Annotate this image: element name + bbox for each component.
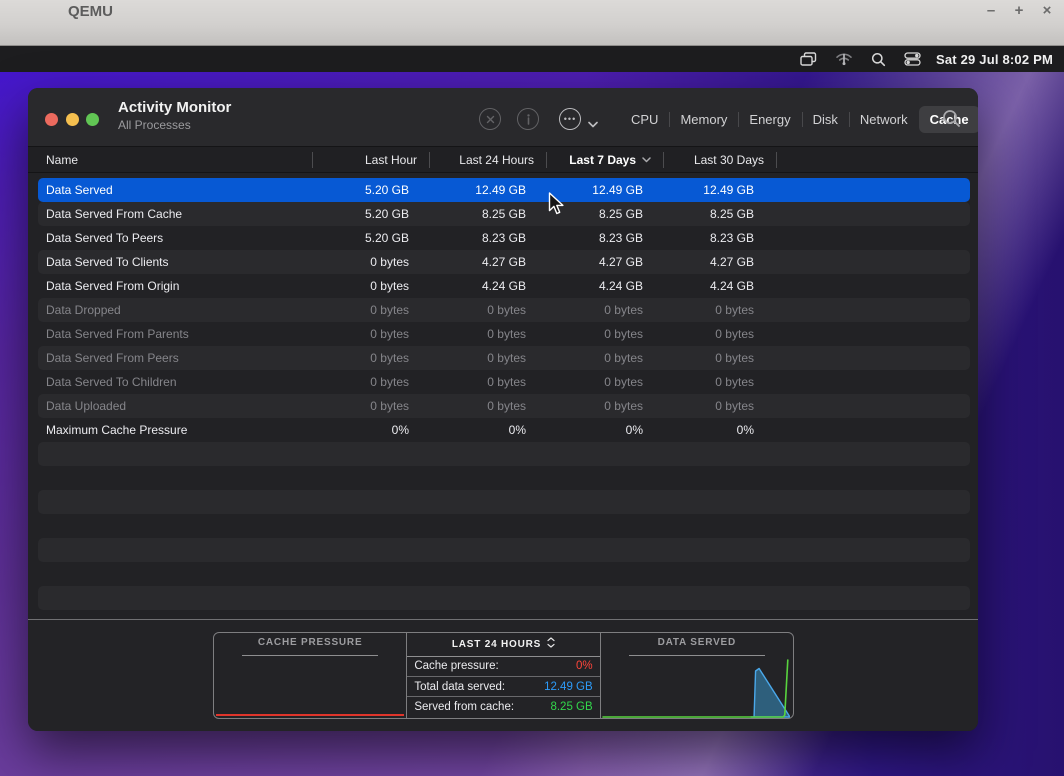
empty-row [38,514,970,538]
stat-value: 12.49 GB [544,681,593,693]
empty-row [38,562,970,586]
minimize-button[interactable]: – [982,2,1000,20]
up-down-chevron-icon [547,637,555,651]
empty-row [38,466,970,490]
minimize-traffic-light[interactable] [66,113,79,126]
column-header-last-7-days[interactable]: Last 7 Days [547,147,664,172]
sort-chevron-icon [642,157,651,163]
column-header-name[interactable]: Name [28,147,313,172]
window-title: Activity Monitor [118,99,231,116]
close-button[interactable]: × [1038,2,1056,20]
stat-value: 8.25 GB [550,701,592,713]
data-served-graph [602,657,792,719]
window-titlebar: Activity Monitor All Processes ••• CPU M… [28,88,978,146]
wifi-icon[interactable] [826,46,862,72]
table-row-data-served[interactable]: Data Served 5.20 GB 12.49 GB 12.49 GB 12… [38,178,970,202]
qemu-title: QEMU [68,3,113,20]
stats-rows: Cache pressure: 0% Total data served: 12… [407,656,599,716]
tab-cpu[interactable]: CPU [620,106,669,133]
empty-row-stripe [38,586,970,610]
qemu-window-controls: – + × [982,2,1056,20]
spotlight-icon[interactable] [862,46,895,72]
stat-total-data-served: Total data served: 12.49 GB [407,676,599,696]
table-row-data-served-to-children[interactable]: Data Served To Children 0 bytes 0 bytes … [38,370,970,394]
mouse-cursor [548,192,566,217]
qemu-titlebar: QEMU – + × [0,0,1064,46]
column-header-last-hour[interactable]: Last Hour [313,147,430,172]
activity-monitor-window: Activity Monitor All Processes ••• CPU M… [28,88,978,731]
zoom-traffic-light[interactable] [86,113,99,126]
table-row-data-served-to-clients[interactable]: Data Served To Clients 0 bytes 4.27 GB 4… [38,250,970,274]
close-traffic-light[interactable] [45,113,58,126]
tab-memory[interactable]: Memory [669,106,738,133]
cache-pressure-panel: CACHE PRESSURE [214,633,406,718]
data-served-title: DATA SERVED [601,637,793,648]
table-row-data-served-from-origin[interactable]: Data Served From Origin 0 bytes 4.24 GB … [38,274,970,298]
window-title-block: Activity Monitor All Processes [118,99,231,132]
stat-value: 0% [576,660,593,672]
quit-process-button[interactable] [479,108,501,130]
table-row-data-served-to-peers[interactable]: Data Served To Peers 5.20 GB 8.23 GB 8.2… [38,226,970,250]
window-switcher-icon[interactable] [791,46,826,72]
cache-pressure-title: CACHE PRESSURE [214,637,406,648]
title-underline [242,655,378,656]
table-row-data-served-from-cache[interactable]: Data Served From Cache 5.20 GB 8.25 GB 8… [38,202,970,226]
table-body: Data Served 5.20 GB 12.49 GB 12.49 GB 12… [28,174,978,610]
control-center-icon[interactable] [895,46,930,72]
empty-row-stripe [38,490,970,514]
window-subtitle: All Processes [118,118,231,132]
column-divider [776,152,777,168]
maximize-button[interactable]: + [1010,2,1028,20]
macos-menubar: Sat 29 Jul 8:02 PM [0,46,1064,72]
data-served-panel: DATA SERVED [600,633,793,718]
stats-period-selector[interactable]: LAST 24 HOURS [407,637,599,651]
more-options-button[interactable]: ••• [559,108,581,130]
stat-cache-pressure: Cache pressure: 0% [407,656,599,676]
table-row-data-dropped[interactable]: Data Dropped 0 bytes 0 bytes 0 bytes 0 b… [38,298,970,322]
screen: QEMU – + × Sat 29 Jul 8:02 PM A [0,0,1064,776]
inspect-process-button[interactable] [517,108,539,130]
menubar-clock[interactable]: Sat 29 Jul 8:02 PM [936,52,1053,67]
title-underline [629,655,765,656]
footer-panel: CACHE PRESSURE LAST 24 HOURS Cache [28,620,978,731]
table-row-data-uploaded[interactable]: Data Uploaded 0 bytes 0 bytes 0 bytes 0 … [38,394,970,418]
tab-disk[interactable]: Disk [802,106,849,133]
cache-pressure-graph-line [216,714,404,716]
table-row-data-served-from-parents[interactable]: Data Served From Parents 0 bytes 0 bytes… [38,322,970,346]
column-header-last-30-days[interactable]: Last 30 Days [664,147,777,172]
table-row-maximum-cache-pressure[interactable]: Maximum Cache Pressure 0% 0% 0% 0% [38,418,970,442]
table-row-data-served-from-peers[interactable]: Data Served From Peers 0 bytes 0 bytes 0… [38,346,970,370]
stats-panel: LAST 24 HOURS Cache pressure: 0% Total d… [406,633,599,718]
empty-row-stripe [38,442,970,466]
view-tabs: CPU Memory Energy Disk Network Cache [620,106,978,133]
empty-row-stripe [38,538,970,562]
search-icon[interactable] [942,109,961,133]
column-header-last-24-hours[interactable]: Last 24 Hours [430,147,547,172]
footer-boxes: CACHE PRESSURE LAST 24 HOURS Cache [213,632,794,719]
stat-served-from-cache: Served from cache: 8.25 GB [407,696,599,716]
tab-network[interactable]: Network [849,106,919,133]
chevron-down-icon[interactable] [588,115,598,133]
table-header: Name Last Hour Last 24 Hours Last 7 Days… [28,146,978,173]
tab-energy[interactable]: Energy [738,106,801,133]
